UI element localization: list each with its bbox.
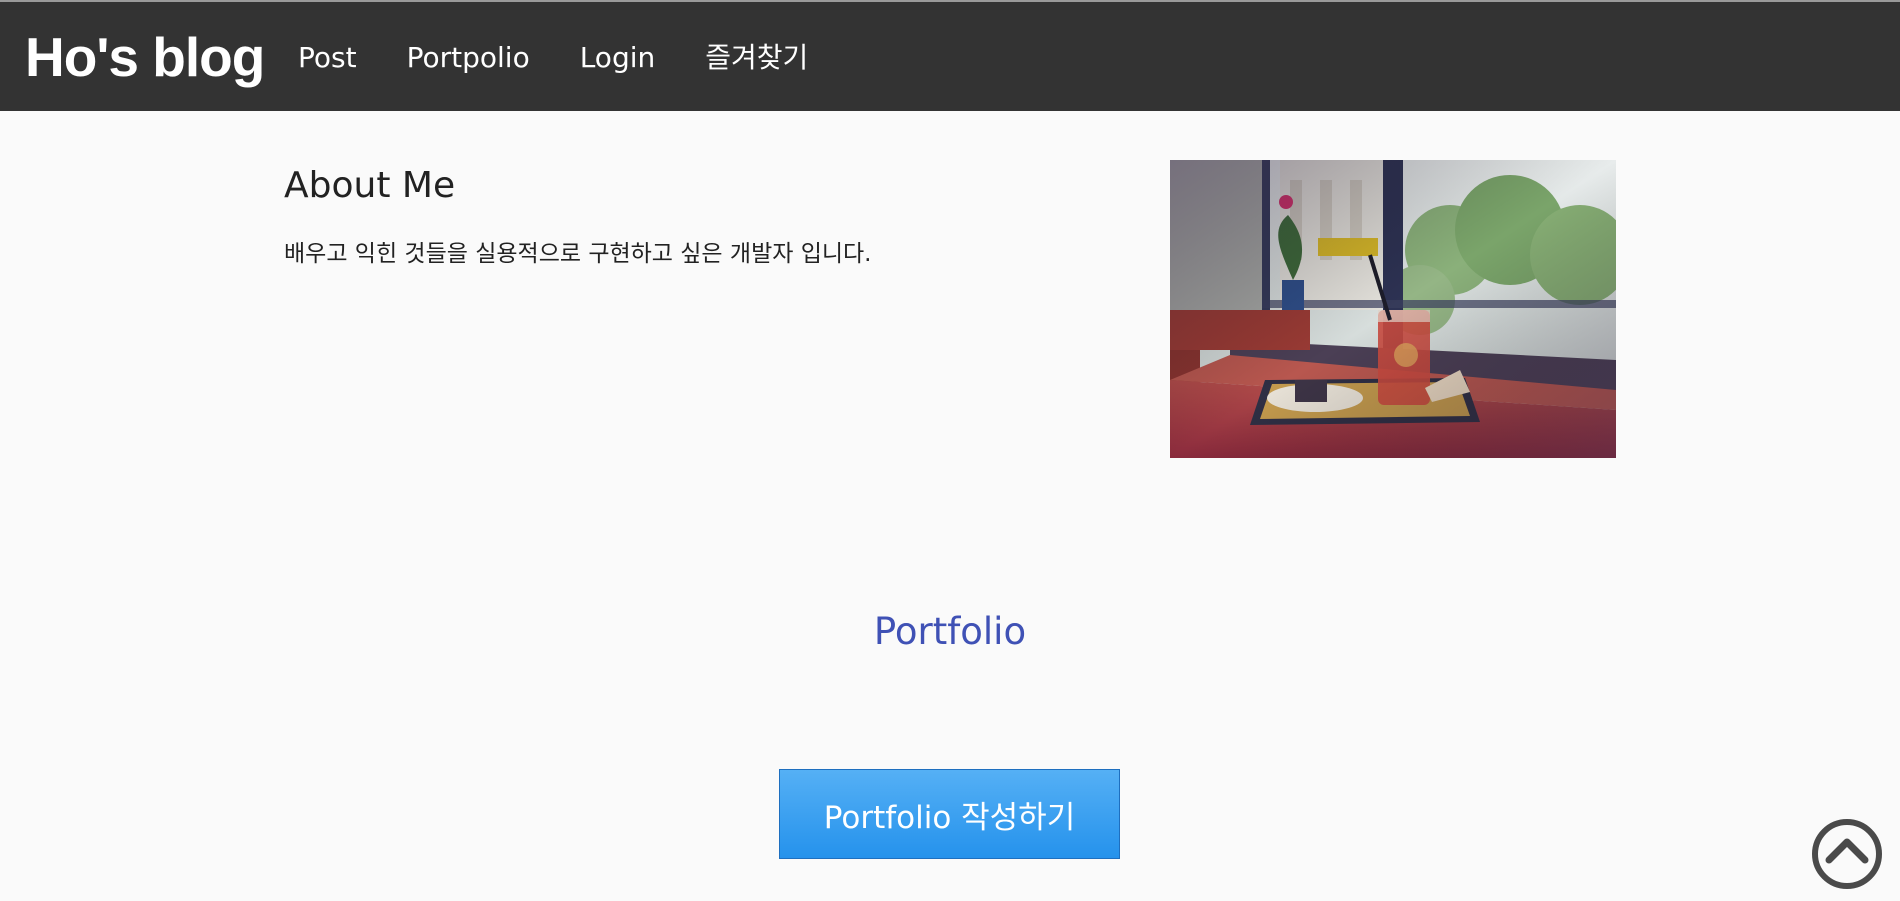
- portfolio-heading: Portfolio: [873, 610, 1027, 653]
- about-description: 배우고 익힌 것들을 실용적으로 구현하고 싶은 개발자 입니다.: [284, 241, 872, 267]
- main-nav: Post Portpolio Login 즐겨찾기: [298, 38, 858, 78]
- nav-login[interactable]: Login: [580, 38, 656, 78]
- cafe-photo: [1170, 160, 1616, 458]
- brand-logo[interactable]: Ho's blog: [25, 24, 265, 90]
- about-title: About Me: [284, 165, 456, 206]
- write-portfolio-button[interactable]: Portfolio 작성하기: [779, 769, 1120, 859]
- scroll-to-top-icon[interactable]: [1811, 818, 1883, 890]
- top-navbar: Ho's blog Post Portpolio Login 즐겨찾기: [0, 0, 1900, 111]
- nav-portpolio[interactable]: Portpolio: [407, 38, 530, 78]
- nav-post[interactable]: Post: [298, 38, 357, 78]
- nav-bookmarks[interactable]: 즐겨찾기: [705, 38, 808, 78]
